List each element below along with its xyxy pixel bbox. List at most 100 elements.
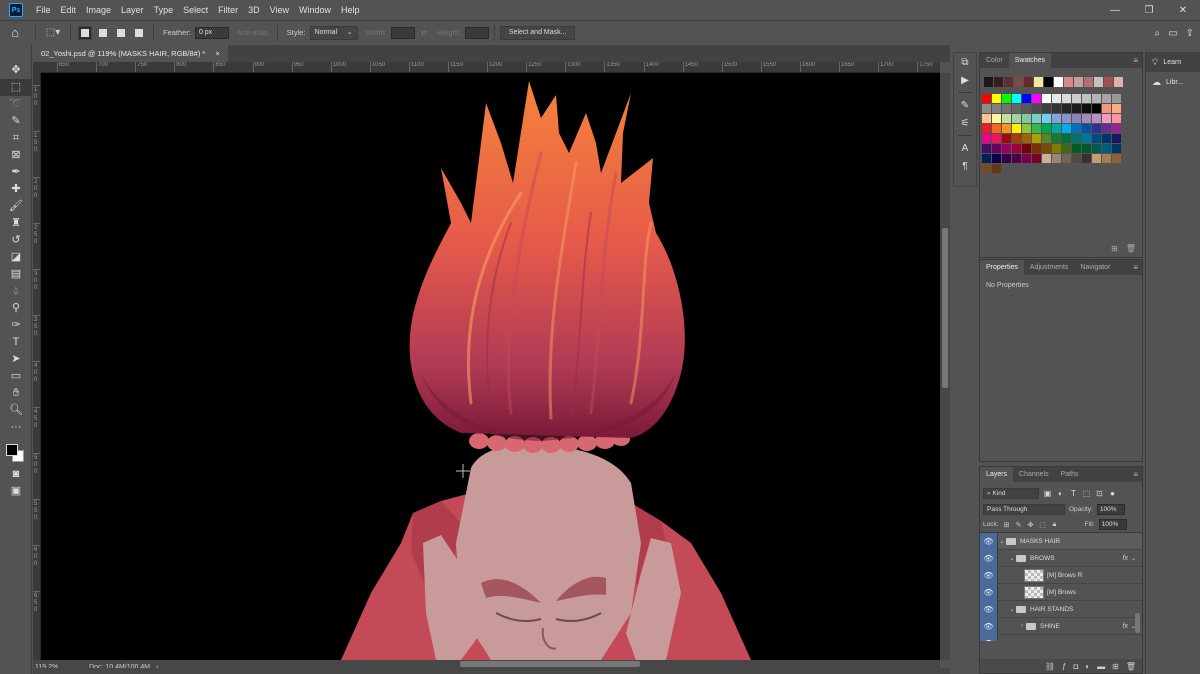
swatch[interactable]: [992, 104, 1001, 113]
swatch[interactable]: [1002, 134, 1011, 143]
swatch[interactable]: [1042, 104, 1051, 113]
visibility-eye-icon[interactable]: 👁︎: [980, 549, 998, 567]
layer-row-hair-stands[interactable]: 👁︎ ⌄ HAIR STANDS: [980, 600, 1142, 618]
move-tool-icon[interactable]: ✥: [0, 62, 32, 79]
swatch[interactable]: [1072, 154, 1081, 163]
link-layers-icon[interactable]: ⛓︎: [1045, 662, 1055, 671]
swatch[interactable]: [1002, 114, 1011, 123]
add-mask-icon[interactable]: ◘: [1073, 662, 1078, 671]
menu-filter[interactable]: Filter: [213, 0, 243, 20]
swatch[interactable]: [992, 124, 1001, 133]
pen-tool-icon[interactable]: ✑: [0, 317, 32, 334]
rectangle-tool-icon[interactable]: ▭: [0, 368, 32, 385]
swatch[interactable]: [1102, 94, 1111, 103]
path-selection-tool-icon[interactable]: ➤: [0, 351, 32, 368]
swatch[interactable]: [1062, 104, 1071, 113]
learn-panel-button[interactable]: 💡︎ Learn: [1146, 52, 1200, 72]
swatch[interactable]: [1032, 124, 1041, 133]
swatch[interactable]: [992, 154, 1001, 163]
swatch[interactable]: [1052, 154, 1061, 163]
visibility-eye-icon[interactable]: 👁︎: [980, 634, 998, 641]
swatch[interactable]: [1022, 144, 1031, 153]
tab-layers[interactable]: Layers: [980, 467, 1014, 482]
type-tool-icon[interactable]: T: [0, 334, 32, 351]
swatch[interactable]: [1102, 124, 1111, 133]
new-adjustment-icon[interactable]: ◐: [1085, 662, 1090, 671]
delete-swatch-icon[interactable]: 🗑︎: [1126, 244, 1136, 253]
recent-swatch[interactable]: [994, 77, 1003, 87]
panel-menu-icon[interactable]: ≡: [1133, 260, 1138, 275]
screen-mode-icon[interactable]: ▣: [0, 483, 32, 500]
horizontal-ruler[interactable]: 650 700 750 800 850 900 950 1000 1050 1100 1150 120…: [41, 62, 940, 73]
swatch[interactable]: [1052, 124, 1061, 133]
frame-tool-icon[interactable]: ⊠: [0, 147, 32, 164]
swatch[interactable]: [1062, 154, 1071, 163]
blur-tool-icon[interactable]: 💧︎: [0, 283, 32, 300]
recent-swatch[interactable]: [1114, 77, 1123, 87]
delete-layer-icon[interactable]: 🗑︎: [1126, 662, 1136, 671]
swatch[interactable]: [1012, 104, 1021, 113]
blend-mode-select[interactable]: Pass Through: [983, 504, 1065, 515]
vertical-scroll-thumb[interactable]: [942, 228, 948, 388]
swatch[interactable]: [1062, 114, 1071, 123]
swatch[interactable]: [1022, 154, 1031, 163]
swatch[interactable]: [1012, 114, 1021, 123]
recent-swatch[interactable]: [1004, 77, 1013, 87]
swatch[interactable]: [1072, 124, 1081, 133]
color-swatches[interactable]: [0, 436, 32, 466]
swatch[interactable]: [1032, 134, 1041, 143]
gradient-tool-icon[interactable]: ▤: [0, 266, 32, 283]
swatch[interactable]: [1032, 114, 1041, 123]
swatch[interactable]: [1002, 144, 1011, 153]
eraser-tool-icon[interactable]: ◪: [0, 249, 32, 266]
swatch[interactable]: [1112, 124, 1121, 133]
layer-row-masks-hair[interactable]: 👁︎ ⌄ MASKS HAIR: [980, 533, 1142, 550]
layers-scroll-thumb[interactable]: [1135, 613, 1140, 633]
swatch[interactable]: [1082, 114, 1091, 123]
layer-row-brows[interactable]: 👁︎ ⌄ BROWS fx ⌄: [980, 549, 1142, 567]
opacity-input[interactable]: 100%: [1096, 504, 1125, 515]
intersect-selection-icon[interactable]: [132, 26, 146, 40]
marquee-tool-icon[interactable]: ⬚: [0, 79, 32, 96]
swatch[interactable]: [1112, 134, 1121, 143]
width-input[interactable]: [390, 26, 415, 39]
swatch[interactable]: [1102, 104, 1111, 113]
style-select[interactable]: Normal ⌄: [309, 25, 358, 40]
history-brush-tool-icon[interactable]: ↺: [0, 232, 32, 249]
foreground-color-swatch[interactable]: [6, 444, 18, 456]
vertical-ruler[interactable]: 100150200250300350400450500550600650: [33, 73, 41, 660]
swatch[interactable]: [1002, 124, 1011, 133]
feather-input[interactable]: 0 px: [194, 26, 229, 39]
adjustment-filter-icon[interactable]: ◐: [1056, 489, 1065, 498]
marquee-preset-picker[interactable]: ⬚▾: [41, 25, 65, 41]
chevron-down-icon[interactable]: ⌄: [1008, 555, 1016, 562]
character-icon[interactable]: A: [954, 139, 976, 157]
menu-3d[interactable]: 3D: [243, 0, 265, 20]
new-swatch-icon[interactable]: ⊞: [1111, 244, 1118, 253]
recent-swatch[interactable]: [1064, 77, 1073, 87]
swatch[interactable]: [1032, 154, 1041, 163]
swatch[interactable]: [1092, 94, 1101, 103]
recent-swatch[interactable]: [1074, 77, 1083, 87]
new-layer-icon[interactable]: ⊞: [1112, 662, 1119, 671]
swatch[interactable]: [1112, 104, 1121, 113]
swatch[interactable]: [982, 114, 991, 123]
visibility-eye-icon[interactable]: 👁︎: [980, 583, 998, 601]
swatch[interactable]: [1082, 124, 1091, 133]
swatch[interactable]: [1072, 104, 1081, 113]
select-and-mask-button[interactable]: Select and Mask...: [499, 25, 576, 40]
chevron-down-icon[interactable]: ⌄: [998, 538, 1006, 545]
vertical-scrollbar[interactable]: [940, 73, 950, 660]
ruler-corner[interactable]: [33, 62, 41, 73]
horizontal-scroll-thumb[interactable]: [460, 661, 640, 667]
swatch[interactable]: [1022, 104, 1031, 113]
swatch[interactable]: [1052, 134, 1061, 143]
swatch[interactable]: [1062, 124, 1071, 133]
swatch[interactable]: [1092, 144, 1101, 153]
recent-swatch[interactable]: [1044, 77, 1053, 87]
swatch[interactable]: [1052, 104, 1061, 113]
quick-selection-tool-icon[interactable]: ✎: [0, 113, 32, 130]
chevron-down-icon[interactable]: ⌄: [1131, 555, 1136, 562]
fx-icon[interactable]: fx: [1123, 623, 1128, 630]
libraries-panel-button[interactable]: ☁︎ Libr...: [1146, 72, 1200, 92]
